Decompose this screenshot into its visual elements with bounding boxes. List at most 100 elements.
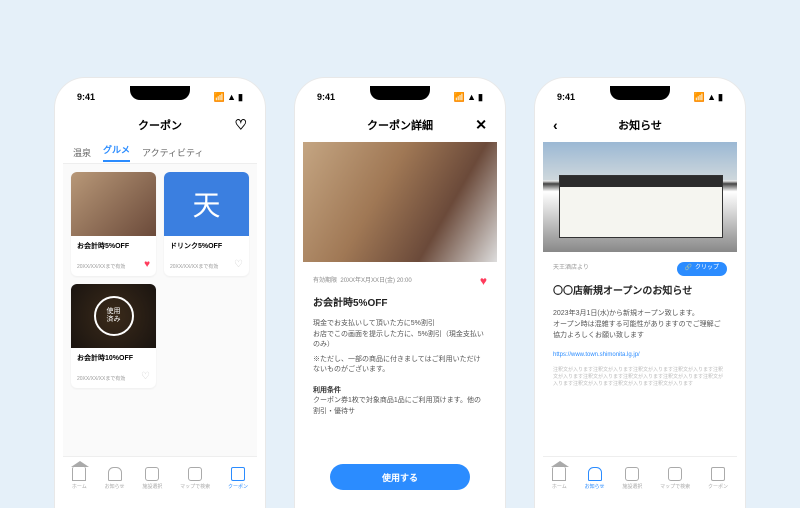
status-icons: 📶 ▲ ▮ — [214, 92, 243, 103]
coupon-desc-line: ※ただし、一部の商品に付きましてはご利用いただけないものがございます。 — [313, 355, 487, 376]
tabbar-coupon[interactable]: クーポン — [228, 467, 248, 490]
used-stamp: 使用 済み — [94, 296, 134, 336]
coupon-card[interactable]: お会計時5%OFF 20XX/XX/XXまで有効 ♥ — [71, 172, 156, 276]
detail-hero-image — [303, 142, 497, 262]
tabbar-label: ホーム — [72, 483, 87, 490]
battery-icon: ▮ — [238, 92, 243, 103]
tabbar-news[interactable]: お知らせ — [585, 467, 605, 490]
notch — [130, 86, 190, 100]
news-line: オープン時は混雑する可能性がありますのでご理解ご協力よろしくお願い致します — [553, 319, 727, 341]
building-icon — [145, 467, 159, 481]
status-bar: 9:41 📶▲▮ — [303, 86, 497, 108]
tabbar-label: マップで検索 — [660, 483, 690, 490]
signal-icon: 📶 — [214, 92, 225, 103]
bell-icon — [588, 467, 602, 481]
coupon-grid-area: お会計時5%OFF 20XX/XX/XXまで有効 ♥ 天 ドリンク5%OFF 2… — [63, 164, 257, 456]
header: クーポン ♡ — [63, 108, 257, 142]
clip-icon: 🔗 — [685, 264, 692, 274]
tabbar-news[interactable]: お知らせ — [105, 467, 125, 490]
clip-button[interactable]: 🔗クリップ — [677, 262, 728, 276]
news-link[interactable]: https://www.town.shimonita.lg.jp/ — [553, 351, 727, 361]
news-title: 〇〇店新規オープンのお知らせ — [553, 284, 727, 300]
logo-char: 天 — [192, 184, 220, 224]
status-time: 9:41 — [317, 92, 335, 102]
phone-coupon-list: 9:41 📶 ▲ ▮ クーポン ♡ 温泉 グルメ アクティビティ お会計時5%O… — [55, 78, 265, 508]
coupon-desc-line: お店でこの画面を提示した方に、5%割引（現金支払いのみ） — [313, 330, 487, 351]
coupon-validity: 20XX/XX/XXまで有効 — [77, 375, 125, 382]
terms-heading: 利用条件 — [313, 386, 487, 397]
wifi-icon: ▲ — [467, 92, 476, 102]
notch — [610, 86, 670, 100]
detail-content: 有効期限 20XX年X月XX日(金) 20:00 ♥ お会計時5%OFF 現金で… — [303, 142, 497, 456]
news-hero-image — [543, 142, 737, 252]
ticket-icon — [231, 467, 245, 481]
tabbar-home[interactable]: ホーム — [552, 467, 567, 490]
notch — [370, 86, 430, 100]
status-bar: 9:41 📶 ▲ ▮ — [63, 86, 257, 108]
coupon-card[interactable]: 天 ドリンク5%OFF 20XX/XX/XXまで有効 ♡ — [164, 172, 249, 276]
coupon-title: お会計時5%OFF — [313, 296, 487, 311]
heart-icon[interactable]: ♡ — [234, 259, 243, 270]
tabbar-label: クーポン — [228, 483, 248, 490]
tabbar-select[interactable]: 施設選択 — [622, 467, 642, 490]
coupon-desc-line: 現金でお支払いして頂いた方に5%割引 — [313, 319, 487, 330]
tab-gourmet[interactable]: グルメ — [103, 143, 130, 162]
validity-value: 20XX年X月XX日(金) 20:00 — [340, 278, 411, 284]
tabbar-home[interactable]: ホーム — [72, 467, 87, 490]
header: ‹ お知らせ — [543, 108, 737, 142]
signal-icon: 📶 — [454, 92, 465, 103]
tabbar: ホーム お知らせ 施設選択 マップで検索 クーポン — [63, 456, 257, 500]
phone-coupon-detail: 9:41 📶▲▮ クーポン詳細 ✕ 有効期限 20XX年X月XX日(金) 20:… — [295, 78, 505, 508]
phone-news-detail: 9:41 📶▲▮ ‹ お知らせ 天王酒店より 🔗クリップ 〇〇店新規オープンのお… — [535, 78, 745, 508]
tabbar-label: 施設選択 — [622, 483, 642, 490]
terms-text: クーポン券1枚で対象商品1品にご利用頂けます。他の割引・優待サ — [313, 396, 487, 417]
coupon-title: ドリンク5%OFF — [170, 241, 243, 251]
tabbar-label: 施設選択 — [142, 483, 162, 490]
building-icon — [625, 467, 639, 481]
coupon-image — [71, 172, 156, 236]
coupon-title: お会計時5%OFF — [77, 241, 150, 251]
tabbar-label: マップで検索 — [180, 483, 210, 490]
heart-icon[interactable]: ♥ — [480, 272, 487, 290]
coupon-image: 天 — [164, 172, 249, 236]
page-title: お知らせ — [618, 117, 662, 133]
category-tabs: 温泉 グルメ アクティビティ — [63, 142, 257, 164]
close-icon[interactable]: ✕ — [475, 117, 487, 134]
news-line: 2023年3月1日(水)から新規オープン致します。 — [553, 308, 727, 319]
status-icons: 📶▲▮ — [454, 92, 483, 103]
tabbar-map[interactable]: マップで検索 — [660, 467, 690, 490]
wifi-icon: ▲ — [707, 92, 716, 102]
status-time: 9:41 — [557, 92, 575, 102]
tabbar-map[interactable]: マップで検索 — [180, 467, 210, 490]
bell-icon — [108, 467, 122, 481]
status-bar: 9:41 📶▲▮ — [543, 86, 737, 108]
tab-onsen[interactable]: 温泉 — [73, 146, 91, 159]
heart-icon[interactable]: ♡ — [141, 371, 150, 382]
tabbar-select[interactable]: 施設選択 — [142, 467, 162, 490]
back-icon[interactable]: ‹ — [553, 117, 558, 133]
tab-activity[interactable]: アクティビティ — [142, 146, 203, 159]
page-title: クーポン — [138, 117, 182, 133]
news-source: 天王酒店より — [553, 264, 589, 274]
wifi-icon: ▲ — [227, 92, 236, 102]
tabbar-coupon[interactable]: クーポン — [708, 467, 728, 490]
tabbar: ホーム お知らせ 施設選択 マップで検索 クーポン — [543, 456, 737, 500]
home-icon — [72, 467, 86, 481]
ticket-icon — [711, 467, 725, 481]
coupon-card[interactable]: 使用 済み お会計時10%OFF 20XX/XX/XXまで有効 ♡ — [71, 284, 156, 388]
news-content: 天王酒店より 🔗クリップ 〇〇店新規オープンのお知らせ 2023年3月1日(水)… — [543, 142, 737, 456]
news-footnote: 注釈文が入ります注釈文が入ります注釈文が入ります注釈文が入ります注釈文が入ります… — [553, 367, 727, 388]
status-icons: 📶▲▮ — [694, 92, 723, 103]
use-button[interactable]: 使用する — [330, 464, 470, 490]
signal-icon: 📶 — [694, 92, 705, 103]
battery-icon: ▮ — [478, 92, 483, 103]
map-icon — [188, 467, 202, 481]
coupon-image: 使用 済み — [71, 284, 156, 348]
favorite-icon[interactable]: ♡ — [234, 117, 247, 134]
coupon-validity: 20XX/XX/XXまで有効 — [170, 263, 218, 270]
heart-icon[interactable]: ♥ — [144, 259, 150, 270]
tabbar-label: ホーム — [552, 483, 567, 490]
battery-icon: ▮ — [718, 92, 723, 103]
status-time: 9:41 — [77, 92, 95, 102]
coupon-title: お会計時10%OFF — [77, 353, 150, 363]
